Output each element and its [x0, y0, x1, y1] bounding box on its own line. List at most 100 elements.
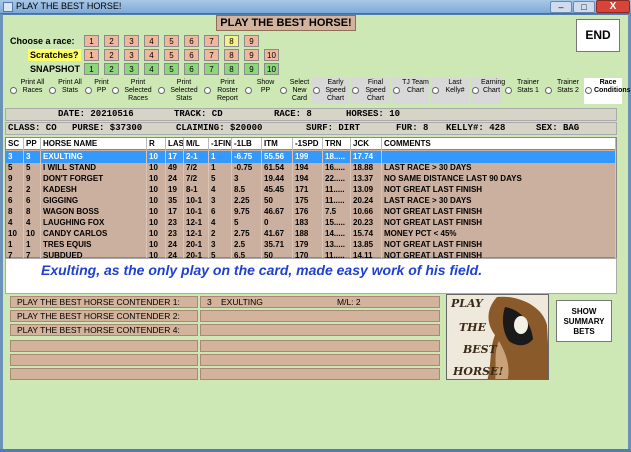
- option-print-selected-stats[interactable]: Print Selected Stats: [157, 78, 201, 104]
- column-header-sc[interactable]: SC: [6, 138, 24, 150]
- option-radio[interactable]: [280, 87, 287, 94]
- scratch-button-6[interactable]: 6: [184, 49, 199, 61]
- option-radio[interactable]: [545, 87, 552, 94]
- snapshot-button-10[interactable]: 10: [264, 63, 279, 75]
- option-trainer-stats-2[interactable]: Trainer Stats 2: [544, 78, 582, 104]
- race-button-3[interactable]: 3: [124, 35, 139, 47]
- scratch-button-7[interactable]: 7: [204, 49, 219, 61]
- maximize-button[interactable]: □: [573, 1, 595, 13]
- scratches-label: Scratches?: [28, 49, 81, 61]
- scratch-button-1[interactable]: 1: [84, 49, 99, 61]
- option-radio[interactable]: [204, 87, 211, 94]
- option-label: Trainer Stats 1: [517, 79, 539, 94]
- option-radio[interactable]: [49, 87, 56, 94]
- snapshot-button-7[interactable]: 7: [204, 63, 219, 75]
- contender-1-name: EXULTING: [221, 297, 263, 307]
- scratch-button-8[interactable]: 8: [224, 49, 239, 61]
- snapshot-label: SNAPSHOT: [30, 64, 81, 74]
- snapshot-button-4[interactable]: 4: [144, 63, 159, 75]
- empty-slot: [200, 354, 440, 366]
- close-button[interactable]: X: [596, 0, 630, 13]
- option-last-kelly-[interactable]: Last Kelly#: [431, 78, 469, 104]
- contender-1-ml: M/L: 2: [337, 297, 361, 307]
- option-radio[interactable]: [472, 87, 479, 94]
- column-header-comments[interactable]: COMMENTS: [382, 138, 616, 150]
- column-header-pp[interactable]: PP: [24, 138, 41, 150]
- option-label: Print All Races: [20, 79, 45, 94]
- option-radio[interactable]: [112, 87, 119, 94]
- race-button-7[interactable]: 7: [204, 35, 219, 47]
- snapshot-button-9[interactable]: 9: [244, 63, 259, 75]
- option-race-conditions[interactable]: Race Conditions: [584, 78, 631, 104]
- race-button-2[interactable]: 2: [104, 35, 119, 47]
- option-select-new-card[interactable]: Select New Card: [279, 78, 310, 104]
- race-date: DATE: 20210516: [58, 109, 134, 119]
- column-header-m-l[interactable]: M/L: [184, 138, 209, 150]
- column-header-trn[interactable]: TRN: [323, 138, 351, 150]
- race-button-5[interactable]: 5: [164, 35, 179, 47]
- snapshot-button-3[interactable]: 3: [124, 63, 139, 75]
- option-radio[interactable]: [352, 87, 359, 94]
- race-info-bar: DATE: 20210516 TRACK: CD RACE: 8 HORSES:…: [5, 108, 617, 121]
- option-show-pp[interactable]: Show PP: [244, 78, 277, 104]
- column-header-1fin[interactable]: -1FIN: [209, 138, 232, 150]
- race-button-1[interactable]: 1: [84, 35, 99, 47]
- option-label: Print All Stats: [58, 79, 82, 94]
- scratch-button-10[interactable]: 10: [264, 49, 279, 61]
- option-radio[interactable]: [432, 87, 439, 94]
- option-trainer-stats-1[interactable]: Trainer Stats 1: [504, 78, 542, 104]
- option-label: Select New Card: [289, 79, 310, 102]
- end-button[interactable]: END: [576, 19, 620, 52]
- option-early-speed-chart[interactable]: Early Speed Chart: [312, 78, 349, 104]
- race-button-9[interactable]: 9: [244, 35, 259, 47]
- option-radio[interactable]: [585, 87, 592, 94]
- column-header-itm[interactable]: ITM: [262, 138, 293, 150]
- option-final-speed-chart[interactable]: Final Speed Chart: [351, 78, 390, 104]
- scratch-button-5[interactable]: 5: [164, 49, 179, 61]
- column-header-1lb[interactable]: -1LB: [232, 138, 262, 150]
- scratch-button-2[interactable]: 2: [104, 49, 119, 61]
- option-radio[interactable]: [158, 87, 165, 94]
- option-print-all-stats[interactable]: Print All Stats: [48, 78, 82, 104]
- option-label: Earning Chart: [481, 79, 506, 94]
- race-sex: SEX: BAG: [536, 123, 580, 133]
- column-header-jck[interactable]: JCK: [351, 138, 382, 150]
- option-earning-chart[interactable]: Earning Chart: [471, 78, 506, 104]
- minimize-button[interactable]: –: [550, 1, 572, 13]
- option-radio[interactable]: [313, 87, 320, 94]
- option-print-pp[interactable]: Print PP: [84, 78, 109, 104]
- snapshot-button-2[interactable]: 2: [104, 63, 119, 75]
- choose-race-label: Choose a race:: [10, 36, 75, 46]
- snapshot-button-6[interactable]: 6: [184, 63, 199, 75]
- race-button-4[interactable]: 4: [144, 35, 159, 47]
- scratch-button-3[interactable]: 3: [124, 49, 139, 61]
- snapshot-button-5[interactable]: 5: [164, 63, 179, 75]
- option-print-all-races[interactable]: Print All Races: [9, 78, 46, 104]
- snapshot-button-8[interactable]: 8: [224, 63, 239, 75]
- race-button-8[interactable]: 8: [224, 35, 239, 47]
- option-print-roster-report[interactable]: Print Roster Report: [203, 78, 242, 104]
- scratch-button-4[interactable]: 4: [144, 49, 159, 61]
- scratch-button-9[interactable]: 9: [244, 49, 259, 61]
- option-label: Print Roster Report: [216, 79, 238, 102]
- app-title: PLAY THE BEST HORSE!: [216, 15, 356, 31]
- column-header-last[interactable]: LAST: [166, 138, 184, 150]
- window-title: PLAY THE BEST HORSE!: [16, 1, 122, 11]
- column-header-horse-name[interactable]: HORSE NAME: [41, 138, 147, 150]
- contender-2-field: [200, 310, 440, 322]
- option-print-selected-races[interactable]: Print Selected Races: [111, 78, 155, 104]
- column-header-1spd[interactable]: -1SPD: [293, 138, 323, 150]
- contender-1-label: PLAY THE BEST HORSE CONTENDER 1:: [10, 296, 198, 308]
- option-radio[interactable]: [10, 87, 17, 94]
- option-radio[interactable]: [505, 87, 512, 94]
- option-tj-team-chart[interactable]: TJ Team Chart: [392, 78, 429, 104]
- option-radio[interactable]: [245, 87, 252, 94]
- race-number: RACE: 8: [274, 109, 312, 119]
- snapshot-button-1[interactable]: 1: [84, 63, 99, 75]
- option-label: Early Speed Chart: [325, 79, 346, 102]
- race-button-6[interactable]: 6: [184, 35, 199, 47]
- column-header-r[interactable]: R: [147, 138, 166, 150]
- option-radio[interactable]: [393, 87, 400, 94]
- show-summary-bets-button[interactable]: SHOW SUMMARY BETS: [556, 300, 612, 342]
- option-radio[interactable]: [85, 87, 92, 94]
